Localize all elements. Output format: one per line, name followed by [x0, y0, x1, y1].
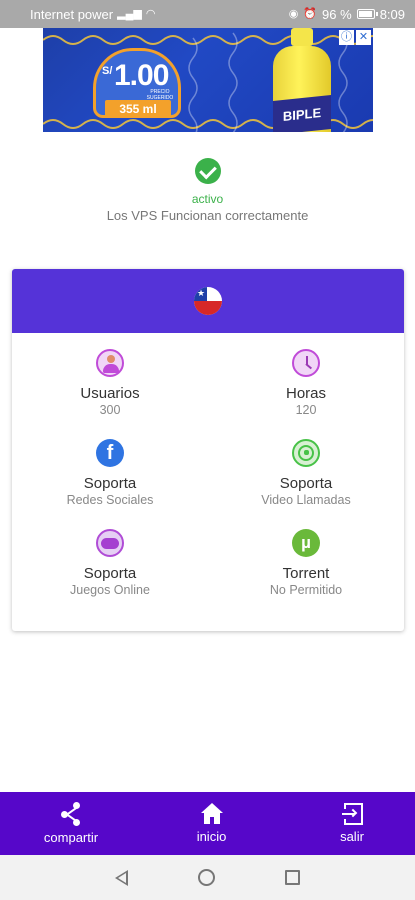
utorrent-icon: µ: [292, 529, 320, 557]
bottom-navigation: compartir inicio salir: [0, 792, 415, 855]
signal-icon: ▂▄▆: [117, 7, 142, 20]
product-label: BIPLE: [273, 94, 331, 132]
battery-icon: [356, 9, 378, 19]
feature-videocalls: Soporta Video Llamadas: [208, 439, 404, 529]
nav-label: salir: [340, 829, 364, 844]
eye-icon: ◉: [288, 7, 299, 20]
ad-info-icon[interactable]: ⓘ: [339, 30, 354, 45]
status-description: Los VPS Funcionan correctamente: [106, 208, 309, 223]
ad-banner[interactable]: S/ 1.00 PRECIO SUGERIDO 355 ml BIPLE ⓘ ✕: [43, 28, 373, 132]
exit-button[interactable]: salir: [319, 792, 385, 855]
feature-title: Soporta: [83, 475, 137, 492]
feature-title: Torrent: [282, 565, 330, 582]
feature-social: f Soporta Redes Sociales: [12, 439, 208, 529]
nav-label: compartir: [43, 830, 99, 845]
feature-value: Redes Sociales: [66, 493, 154, 507]
share-icon: [59, 802, 83, 826]
product-bottle-image: BIPLE: [261, 28, 339, 132]
battery-percent: 96 %: [322, 6, 352, 22]
clock-icon: [292, 349, 320, 377]
feature-value: No Permitido: [269, 583, 343, 597]
status-state: activo: [191, 192, 224, 206]
nav-label: inicio: [196, 829, 227, 844]
ad-controls: ⓘ ✕: [339, 30, 371, 45]
feature-users: Usuarios 300: [12, 349, 208, 439]
feature-torrent: µ Torrent No Permitido: [208, 529, 404, 619]
feature-title: Usuarios: [80, 385, 140, 402]
system-navigation-bar: [0, 855, 415, 900]
feature-title: Soporta: [83, 565, 137, 582]
features-grid: Usuarios 300 Horas 120 f Soporta Redes S…: [12, 333, 404, 619]
vps-status: activo Los VPS Funcionan correctamente: [0, 158, 415, 223]
feature-value: Video Llamadas: [261, 493, 351, 507]
feature-hours: Horas 120: [208, 349, 404, 439]
feature-value: 300: [99, 403, 121, 417]
user-icon: [96, 349, 124, 377]
carrier-name: Internet power: [30, 6, 114, 22]
back-icon[interactable]: [115, 869, 128, 886]
price-value: 1.00: [114, 59, 169, 92]
check-icon: [194, 158, 221, 184]
whatsapp-icon: [292, 439, 320, 467]
exit-icon: [340, 803, 364, 825]
facebook-icon: f: [96, 439, 124, 467]
home-circle-icon[interactable]: [198, 869, 215, 886]
close-icon[interactable]: ✕: [356, 30, 371, 45]
home-button[interactable]: inicio: [179, 792, 245, 855]
feature-games: Soporta Juegos Online: [12, 529, 208, 619]
server-card: ★ Usuarios 300 Horas 120 f Soporta Redes…: [12, 269, 404, 631]
feature-value: 120: [295, 403, 317, 417]
clock-time: 8:09: [379, 6, 405, 22]
feature-title: Soporta: [279, 475, 333, 492]
home-icon: [200, 803, 223, 825]
alarm-icon: ⏰: [303, 7, 318, 20]
chile-flag-icon: ★: [194, 287, 222, 315]
gamepad-icon: [96, 529, 124, 557]
share-button[interactable]: compartir: [38, 792, 104, 855]
recents-icon[interactable]: [285, 870, 300, 885]
feature-value: Juegos Online: [70, 583, 150, 597]
server-card-header[interactable]: ★: [12, 269, 404, 333]
currency-label: S/: [102, 65, 113, 77]
volume-badge: 355 ml: [105, 100, 171, 118]
feature-title: Horas: [285, 385, 326, 402]
wifi-icon: ◠: [145, 7, 156, 20]
status-bar: Internet power ▂▄▆ ◠ ◉ ⏰ 96 % 8:09: [0, 0, 415, 28]
